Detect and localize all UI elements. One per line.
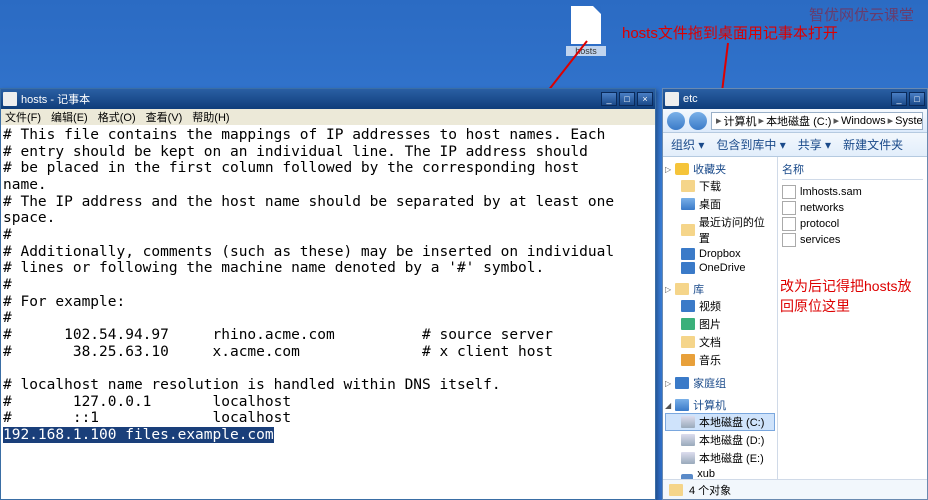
tree-computer[interactable]: 计算机	[693, 397, 726, 413]
file-protocol[interactable]: protocol	[800, 218, 839, 230]
minimize-button[interactable]: _	[601, 92, 617, 106]
tree-dropbox[interactable]: Dropbox	[699, 248, 741, 260]
menu-view[interactable]: 查看(V)	[146, 109, 183, 125]
tree-recent[interactable]: 最近访问的位置	[699, 214, 775, 246]
notepad-titlebar[interactable]: hosts - 记事本 _ □ ×	[1, 89, 655, 109]
crumb-4[interactable]: System32	[895, 115, 923, 127]
folder-icon	[665, 92, 679, 106]
file-icon	[782, 217, 796, 231]
exp-maximize-button[interactable]: □	[909, 92, 925, 106]
netdrive-icon	[681, 474, 693, 479]
file-networks[interactable]: networks	[800, 202, 844, 214]
list-item: protocol	[782, 216, 923, 232]
file-icon	[782, 185, 796, 199]
annotation-putback: 改为后记得把hosts放 回原位这里	[780, 277, 911, 316]
column-name[interactable]: 名称	[782, 161, 923, 180]
notepad-textarea[interactable]: # This file contains the mappings of IP …	[1, 125, 655, 499]
tree-homegroup[interactable]: 家庭组	[693, 375, 726, 391]
menu-format[interactable]: 格式(O)	[98, 109, 136, 125]
homegroup-icon	[675, 377, 689, 389]
file-lmhosts[interactable]: lmhosts.sam	[800, 186, 862, 198]
tree-videos[interactable]: 视频	[699, 298, 721, 314]
status-text: 4 个对象	[689, 482, 731, 498]
annotation-drag: hosts文件拖到桌面用记事本打开	[622, 22, 838, 43]
file-services[interactable]: services	[800, 234, 840, 246]
toolbar-organize[interactable]: 组织 ▾	[671, 136, 704, 153]
tree-onedrive[interactable]: OneDrive	[699, 262, 745, 274]
tree-documents[interactable]: 文档	[699, 334, 721, 350]
tree-drive-d[interactable]: 本地磁盘 (D:)	[699, 432, 764, 448]
drive-c-icon	[681, 416, 695, 428]
exp-minimize-button[interactable]: _	[891, 92, 907, 106]
drive-d-icon	[681, 434, 695, 446]
back-button[interactable]	[667, 112, 685, 130]
tree-pictures[interactable]: 图片	[699, 316, 721, 332]
breadcrumb[interactable]: ▸ 计算机 ▸ 本地磁盘 (C:) ▸ Windows ▸ System32 ▸…	[711, 112, 923, 130]
crumb-2[interactable]: 本地磁盘 (C:)	[766, 113, 831, 129]
menu-help[interactable]: 帮助(H)	[192, 109, 229, 125]
onedrive-icon	[681, 262, 695, 274]
crumb-3[interactable]: Windows	[841, 115, 886, 127]
explorer-statusbar: 4 个对象	[663, 479, 927, 499]
file-icon	[782, 233, 796, 247]
toolbar-share[interactable]: 共享 ▾	[798, 136, 831, 153]
computer-icon	[675, 399, 689, 411]
desktop-file-hosts[interactable]: hosts	[566, 6, 606, 56]
tree-favorites[interactable]: 收藏夹	[693, 161, 726, 177]
tree-libraries[interactable]: 库	[693, 281, 704, 297]
tree-xub[interactable]: xub (\\172.16.26.1	[697, 468, 775, 479]
close-button[interactable]: ×	[637, 92, 653, 106]
notepad-window: hosts - 记事本 _ □ × 文件(F) 编辑(E) 格式(O) 查看(V…	[0, 88, 656, 500]
tree-drive-e[interactable]: 本地磁盘 (E:)	[699, 450, 764, 466]
toolbar-newfolder[interactable]: 新建文件夹	[843, 136, 903, 153]
desktop-icon	[681, 198, 695, 210]
notepad-title: hosts - 记事本	[21, 91, 601, 107]
libraries-icon	[675, 283, 689, 295]
menu-file[interactable]: 文件(F)	[5, 109, 41, 125]
file-icon	[571, 6, 601, 44]
explorer-title: etc	[683, 93, 891, 105]
status-folder-icon	[669, 484, 683, 496]
list-item: networks	[782, 200, 923, 216]
explorer-window: etc _ □ ▸ 计算机 ▸ 本地磁盘 (C:) ▸ Windows ▸ Sy…	[662, 88, 928, 500]
file-icon	[782, 201, 796, 215]
downloads-icon	[681, 180, 695, 192]
notepad-icon	[3, 92, 17, 106]
maximize-button[interactable]: □	[619, 92, 635, 106]
explorer-toolbar: 组织 ▾ 包含到库中 ▾ 共享 ▾ 新建文件夹	[663, 133, 927, 157]
explorer-titlebar[interactable]: etc _ □	[663, 89, 927, 109]
documents-icon	[681, 336, 695, 348]
tree-downloads[interactable]: 下载	[699, 178, 721, 194]
crumb-1[interactable]: 计算机	[724, 113, 757, 129]
list-item: services	[782, 232, 923, 248]
tree-desktop[interactable]: 桌面	[699, 196, 721, 212]
recent-icon	[681, 224, 695, 236]
desktop-file-label: hosts	[566, 46, 606, 56]
drive-e-icon	[681, 452, 695, 464]
tree-drive-c[interactable]: 本地磁盘 (C:)	[699, 414, 764, 430]
dropbox-icon	[681, 248, 695, 260]
explorer-tree[interactable]: ▷收藏夹 下载 桌面 最近访问的位置 Dropbox OneDrive ▷库 视…	[663, 157, 778, 479]
music-icon	[681, 354, 695, 366]
explorer-filelist[interactable]: 名称 lmhosts.sam networks protocol service…	[778, 157, 927, 479]
tree-music[interactable]: 音乐	[699, 352, 721, 368]
favorites-icon	[675, 163, 689, 175]
notepad-menubar: 文件(F) 编辑(E) 格式(O) 查看(V) 帮助(H)	[1, 109, 655, 125]
pictures-icon	[681, 318, 695, 330]
menu-edit[interactable]: 编辑(E)	[51, 109, 88, 125]
forward-button[interactable]	[689, 112, 707, 130]
toolbar-include[interactable]: 包含到库中 ▾	[716, 136, 785, 153]
explorer-navbar: ▸ 计算机 ▸ 本地磁盘 (C:) ▸ Windows ▸ System32 ▸…	[663, 109, 927, 133]
list-item: lmhosts.sam	[782, 184, 923, 200]
videos-icon	[681, 300, 695, 312]
